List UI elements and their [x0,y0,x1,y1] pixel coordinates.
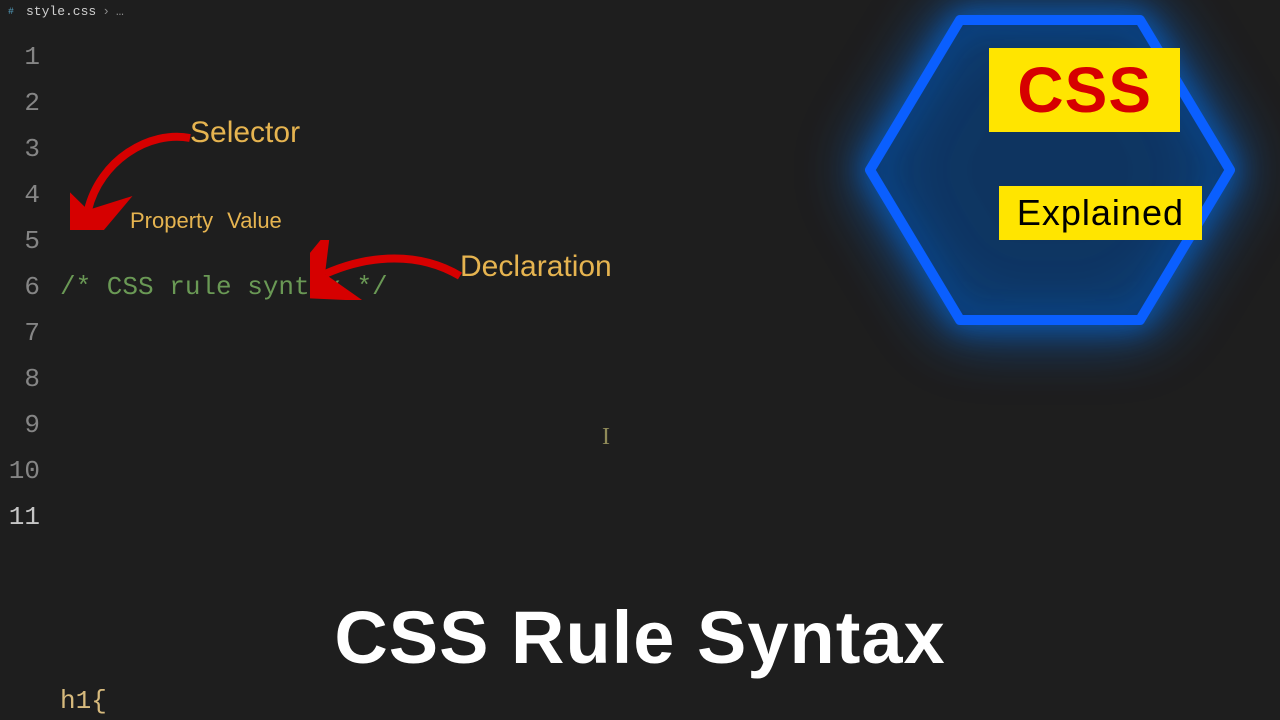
line-number: 3 [24,126,40,172]
annotation-value-label: Value [227,208,282,234]
css-selector: h1 [60,678,91,720]
ibeam-cursor-icon: I [602,424,610,451]
line-number: 7 [24,310,40,356]
annotation-declaration-label: Declaration [460,250,612,284]
page-title: CSS Rule Syntax [0,595,1280,680]
arrow-selector-icon [70,120,210,230]
line-number: 10 [9,448,40,494]
line-number: 9 [24,402,40,448]
svg-text:#: # [8,6,14,17]
line-number: 2 [24,80,40,126]
arrow-declaration-icon [310,240,480,300]
line-number: 6 [24,264,40,310]
code-line [60,402,1280,448]
line-number-gutter: 1 2 3 4 5 6 7 8 9 10 11 [0,34,50,540]
code-line: h1{ [60,678,1280,720]
line-number: 4 [24,172,40,218]
code-line [60,540,1280,586]
breadcrumb-trail: … [116,4,124,19]
brace-open: { [91,678,107,720]
badge-css-title: CSS [989,48,1180,132]
line-number: 8 [24,356,40,402]
breadcrumb-file[interactable]: style.css [26,4,96,19]
line-number: 5 [24,218,40,264]
badge-css-subtitle: Explained [999,186,1202,240]
line-number: 11 [9,494,40,540]
line-number: 1 [24,34,40,80]
chevron-right-icon: › [102,4,110,19]
css-file-icon: # [8,5,20,17]
